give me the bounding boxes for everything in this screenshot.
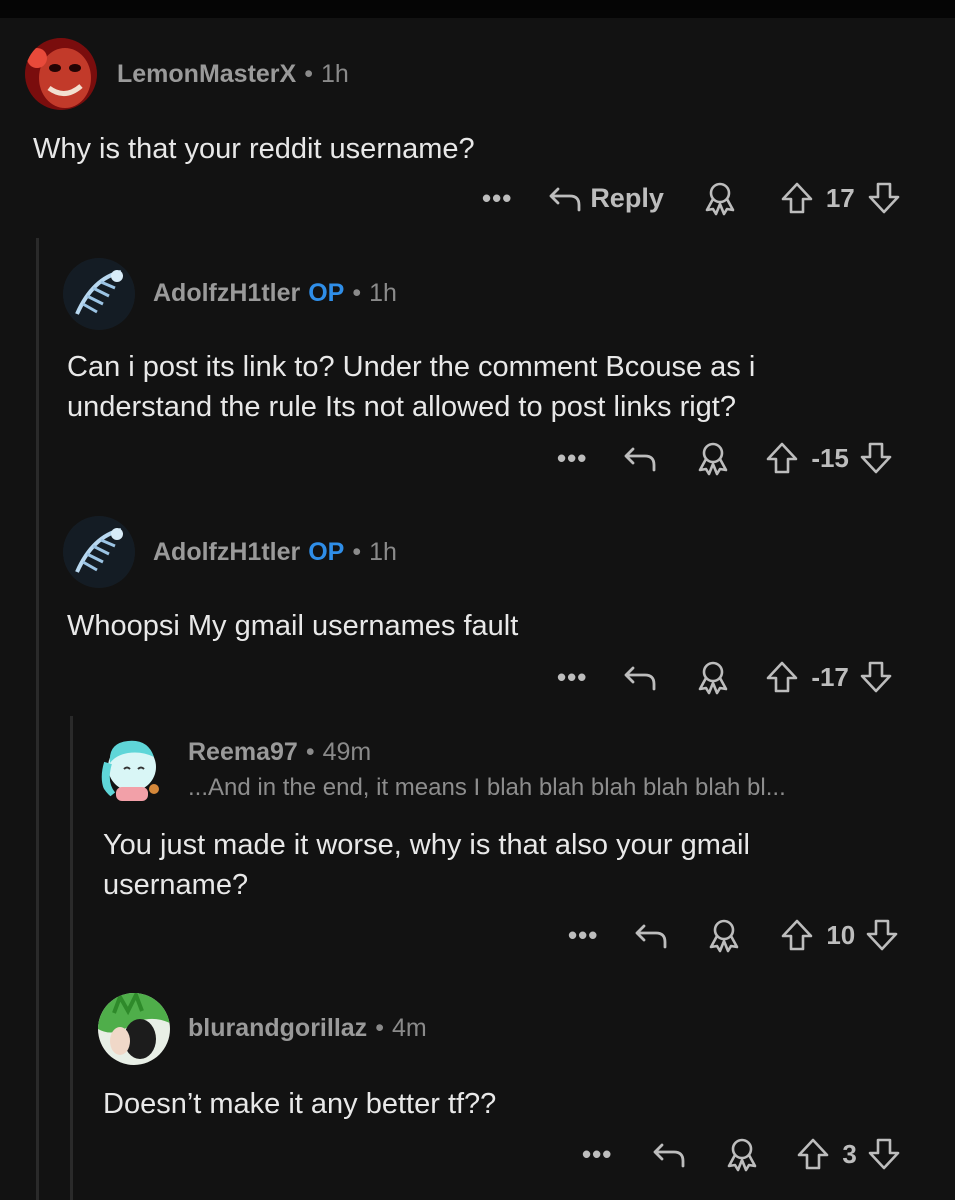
upvote-arrow-icon xyxy=(798,1138,829,1170)
reply-button[interactable] xyxy=(623,662,657,692)
more-options-button[interactable]: ••• xyxy=(482,183,512,214)
avatar[interactable] xyxy=(98,993,170,1065)
downvote-arrow-icon xyxy=(868,1138,900,1170)
award-icon xyxy=(710,919,739,953)
author-name[interactable]: blurandgorillaz xyxy=(188,1014,367,1042)
comment-body: Whoopsi My gmail usernames fault xyxy=(67,610,519,642)
vote-score: 17 xyxy=(825,182,855,213)
avatar[interactable] xyxy=(63,516,135,588)
vote-score: 3 xyxy=(842,1138,857,1169)
comment-body: Doesn’t make it any better tf?? xyxy=(103,1088,497,1120)
op-badge: OP xyxy=(308,279,345,307)
timestamp: 4m xyxy=(391,1014,427,1042)
separator-dot: • xyxy=(352,538,362,566)
reply-label: Reply xyxy=(590,182,664,213)
avatar[interactable] xyxy=(98,733,170,805)
downvote-arrow-icon xyxy=(866,919,898,951)
reply-arrow-icon xyxy=(549,187,581,212)
thread-line-level-1[interactable] xyxy=(36,238,39,1200)
downvote-button[interactable] xyxy=(867,181,901,215)
timestamp: 49m xyxy=(322,738,372,766)
downvote-button[interactable] xyxy=(859,441,893,475)
award-icon xyxy=(699,661,728,695)
op-badge: OP xyxy=(308,538,345,566)
upvote-button[interactable] xyxy=(765,441,799,475)
award-button[interactable] xyxy=(693,658,733,696)
award-icon xyxy=(705,182,735,216)
comment-actions: ••• 10 xyxy=(568,915,899,955)
reply-button[interactable] xyxy=(634,920,668,950)
thread-line-level-2[interactable] xyxy=(70,716,73,1200)
separator-dot: • xyxy=(304,60,313,88)
more-options-button[interactable]: ••• xyxy=(557,662,587,693)
vote-score: -15 xyxy=(811,442,849,473)
upvote-arrow-icon xyxy=(767,661,798,693)
comment-header: Reema97 • 49m xyxy=(188,738,371,767)
user-flair: ...And in the end, it means I blah blah … xyxy=(188,774,786,801)
comment-body: Why is that your reddit username? xyxy=(33,133,475,165)
upvote-arrow-icon xyxy=(781,182,813,214)
downvote-arrow-icon xyxy=(860,661,892,693)
upvote-button[interactable] xyxy=(780,918,814,952)
author-name[interactable]: AdolfzH1tler xyxy=(153,538,300,566)
downvote-arrow-icon xyxy=(868,182,900,214)
timestamp: 1h xyxy=(369,538,397,566)
reply-button[interactable]: Reply xyxy=(548,183,664,214)
award-icon xyxy=(728,1138,757,1172)
vote-score: 10 xyxy=(826,919,856,950)
comment-header: AdolfzH1tler OP • 1h xyxy=(153,279,397,308)
reply-arrow-icon xyxy=(624,447,656,472)
award-icon xyxy=(699,442,728,476)
reply-arrow-icon xyxy=(635,924,667,949)
award-button[interactable] xyxy=(700,179,740,217)
comment-actions: ••• Reply 17 xyxy=(482,178,901,218)
comment-actions: ••• 3 xyxy=(582,1134,901,1174)
separator-dot: • xyxy=(375,1014,384,1042)
downvote-button[interactable] xyxy=(859,660,893,694)
separator-dot: • xyxy=(352,279,362,307)
upvote-button[interactable] xyxy=(780,181,814,215)
award-button[interactable] xyxy=(704,916,744,954)
reply-arrow-icon xyxy=(624,666,656,691)
comment-header: AdolfzH1tler OP • 1h xyxy=(153,538,397,567)
more-options-button[interactable]: ••• xyxy=(557,443,587,474)
avatar[interactable] xyxy=(63,258,135,330)
comment-body: Can i post its link to? Under the commen… xyxy=(67,351,756,423)
upvote-button[interactable] xyxy=(796,1137,830,1171)
award-button[interactable] xyxy=(693,439,733,477)
downvote-button[interactable] xyxy=(865,918,899,952)
avatar[interactable] xyxy=(25,38,97,110)
upvote-arrow-icon xyxy=(782,919,813,951)
top-bar xyxy=(0,0,955,18)
downvote-button[interactable] xyxy=(867,1137,901,1171)
comment-body: You just made it worse, why is that also… xyxy=(103,829,750,901)
timestamp: 1h xyxy=(369,279,397,307)
award-button[interactable] xyxy=(722,1135,762,1173)
vote-score: -17 xyxy=(811,661,849,692)
comment-actions: ••• -15 xyxy=(557,438,893,478)
downvote-arrow-icon xyxy=(860,442,892,474)
reply-button[interactable] xyxy=(623,443,657,473)
separator-dot: • xyxy=(305,738,315,766)
comment-actions: ••• -17 xyxy=(557,657,893,697)
upvote-button[interactable] xyxy=(765,660,799,694)
more-options-button[interactable]: ••• xyxy=(568,920,598,951)
reply-button[interactable] xyxy=(652,1139,686,1169)
more-options-button[interactable]: ••• xyxy=(582,1139,612,1170)
author-name[interactable]: AdolfzH1tler xyxy=(153,279,300,307)
author-name[interactable]: Reema97 xyxy=(188,738,298,766)
upvote-arrow-icon xyxy=(767,442,798,474)
author-name[interactable]: LemonMasterX xyxy=(117,60,296,88)
reply-arrow-icon xyxy=(653,1143,685,1168)
timestamp: 1h xyxy=(320,60,349,88)
comment-header: blurandgorillaz • 4m xyxy=(188,1014,427,1043)
comment-header: LemonMasterX • 1h xyxy=(117,60,349,89)
